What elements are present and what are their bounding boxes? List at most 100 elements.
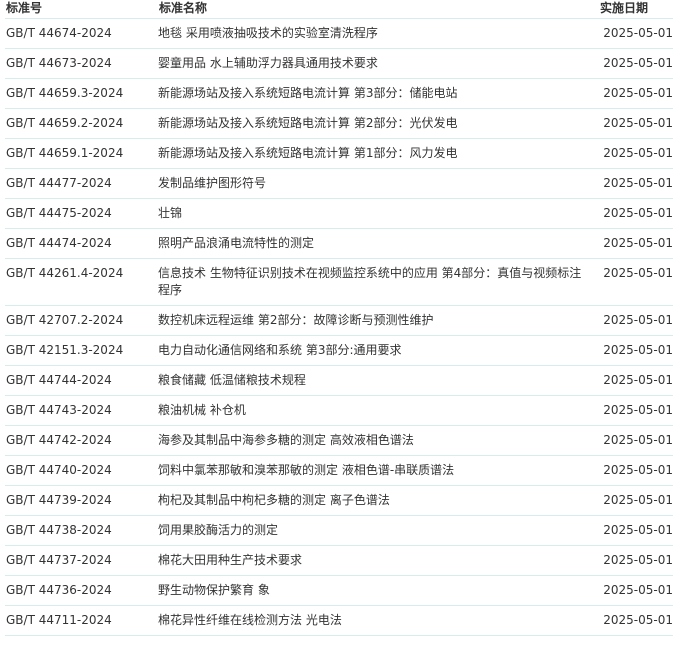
standard-name-link[interactable]: 婴童用品 水上辅助浮力器具通用技术要求 (158, 56, 378, 70)
standard-name-cell: 饲用果胶酶活力的测定 (158, 515, 600, 546)
standard-name-cell: 粮食储藏 低温储粮技术规程 (158, 365, 600, 396)
standard-name-cell: 粮油机械 补仓机 (158, 395, 600, 426)
table-header: 标准号 标准名称 实施日期 (5, 0, 673, 19)
standard-code-link[interactable]: GB/T 42151.3-2024 (6, 343, 123, 357)
standard-code-cell: GB/T 44475-2024 (5, 198, 158, 229)
standard-code-link[interactable]: GB/T 44711-2024 (6, 613, 112, 627)
implementation-date-cell: 2025-05-01 (600, 485, 673, 516)
standard-code-link[interactable]: GB/T 44475-2024 (6, 206, 112, 220)
standard-name-link[interactable]: 数控机床远程运维 第2部分：故障诊断与预测性维护 (158, 313, 433, 327)
standard-name-cell: 新能源场站及接入系统短路电流计算 第3部分：储能电站 (158, 78, 600, 109)
standard-name-link[interactable]: 新能源场站及接入系统短路电流计算 第3部分：储能电站 (158, 86, 457, 100)
standard-code-link[interactable]: GB/T 44739-2024 (6, 493, 112, 507)
standard-name-cell: 电力自动化通信网络和系统 第3部分:通用要求 (158, 335, 600, 366)
standard-name-cell: 野生动物保护繁育 象 (158, 575, 600, 606)
table-row: GB/T 44738-2024 饲用果胶酶活力的测定 2025-05-01 (5, 515, 673, 546)
standard-name-link[interactable]: 粮食储藏 低温储粮技术规程 (158, 373, 306, 387)
column-header-date: 实施日期 (600, 1, 649, 15)
standard-name-link[interactable]: 壮锦 (158, 206, 182, 220)
standard-name-cell: 婴童用品 水上辅助浮力器具通用技术要求 (158, 48, 600, 79)
implementation-date-cell: 2025-05-01 (600, 198, 673, 229)
column-header-code: 标准号 (6, 1, 43, 15)
standard-code-cell: GB/T 44659.2-2024 (5, 108, 158, 139)
standard-code-link[interactable]: GB/T 44474-2024 (6, 236, 112, 250)
table-row: GB/T 44674-2024 地毯 采用喷液抽吸技术的实验室清洗程序 2025-0… (5, 18, 673, 49)
standards-list-page: 标准号 标准名称 实施日期 GB/T 44674-2024 地毯 采用喷液抽吸技术… (0, 0, 694, 647)
standard-name-link[interactable]: 电力自动化通信网络和系统 第3部分:通用要求 (158, 343, 402, 357)
table-row: GB/T 42707.2-2024 数控机床远程运维 第2部分：故障诊断与预测性维… (5, 305, 673, 336)
implementation-date-cell: 2025-05-01 (600, 575, 673, 606)
standard-code-cell: GB/T 44474-2024 (5, 228, 158, 259)
standard-code-link[interactable]: GB/T 44659.1-2024 (6, 146, 123, 160)
standard-code-link[interactable]: GB/T 44740-2024 (6, 463, 112, 477)
standard-code-link[interactable]: GB/T 44743-2024 (6, 403, 112, 417)
standard-code-link[interactable]: GB/T 44477-2024 (6, 176, 112, 190)
standard-name-link[interactable]: 枸杞及其制品中枸杞多糖的测定 离子色谱法 (158, 493, 390, 507)
table-row: GB/T 44673-2024 婴童用品 水上辅助浮力器具通用技术要求 2025-0… (5, 48, 673, 79)
implementation-date-cell: 2025-05-01 (600, 545, 673, 576)
standard-name-link[interactable]: 野生动物保护繁育 象 (158, 583, 270, 597)
implementation-date-cell: 2025-05-01 (600, 78, 673, 109)
standard-code-link[interactable]: GB/T 44659.2-2024 (6, 116, 123, 130)
standard-code-cell: GB/T 44744-2024 (5, 365, 158, 396)
standard-name-cell: 信息技术 生物特征识别技术在视频监控系统中的应用 第4部分：真值与视频标注程序 (158, 258, 600, 306)
table-row: GB/T 44742-2024 海参及其制品中海参多糖的测定 高效液相色谱法 202… (5, 425, 673, 456)
table-body: GB/T 44674-2024 地毯 采用喷液抽吸技术的实验室清洗程序 2025-0… (5, 18, 673, 636)
implementation-date-cell: 2025-05-01 (600, 18, 673, 49)
standard-code-link[interactable]: GB/T 44736-2024 (6, 583, 112, 597)
standard-code-link[interactable]: GB/T 44742-2024 (6, 433, 112, 447)
standard-name-cell: 棉花异性纤维在线检测方法 光电法 (158, 605, 600, 636)
standard-name-cell: 壮锦 (158, 198, 600, 229)
implementation-date-cell: 2025-05-01 (600, 228, 673, 259)
standard-code-link[interactable]: GB/T 44673-2024 (6, 56, 112, 70)
standard-name-link[interactable]: 照明产品浪涌电流特性的测定 (158, 236, 314, 250)
standard-name-link[interactable]: 海参及其制品中海参多糖的测定 高效液相色谱法 (158, 433, 414, 447)
table-row: GB/T 44737-2024 棉花大田用种生产技术要求 2025-05-01 (5, 545, 673, 576)
standard-code-link[interactable]: GB/T 44738-2024 (6, 523, 112, 537)
standard-name-cell: 棉花大田用种生产技术要求 (158, 545, 600, 576)
standards-table: 标准号 标准名称 实施日期 GB/T 44674-2024 地毯 采用喷液抽吸技术… (5, 0, 673, 636)
standard-code-link[interactable]: GB/T 44659.3-2024 (6, 86, 123, 100)
standard-code-link[interactable]: GB/T 44737-2024 (6, 553, 112, 567)
implementation-date-cell: 2025-05-01 (600, 425, 673, 456)
standard-code-cell: GB/T 44659.3-2024 (5, 78, 158, 109)
standard-name-link[interactable]: 新能源场站及接入系统短路电流计算 第1部分：风力发电 (158, 146, 457, 160)
standard-code-link[interactable]: GB/T 44744-2024 (6, 373, 112, 387)
standard-name-link[interactable]: 棉花大田用种生产技术要求 (158, 553, 302, 567)
standard-name-link[interactable]: 新能源场站及接入系统短路电流计算 第2部分：光伏发电 (158, 116, 457, 130)
standard-code-link[interactable]: GB/T 42707.2-2024 (6, 313, 123, 327)
standard-name-link[interactable]: 地毯 采用喷液抽吸技术的实验室清洗程序 (158, 26, 378, 40)
standard-name-link[interactable]: 粮油机械 补仓机 (158, 403, 246, 417)
implementation-date-cell: 2025-05-01 (600, 168, 673, 199)
standard-name-cell: 发制品维护图形符号 (158, 168, 600, 199)
standard-name-link[interactable]: 饲料中氯苯那敏和溴苯那敏的测定 液相色谱-串联质谱法 (158, 463, 454, 477)
standard-name-link[interactable]: 饲用果胶酶活力的测定 (158, 523, 278, 537)
table-row: GB/T 44659.3-2024 新能源场站及接入系统短路电流计算 第3部分：储… (5, 78, 673, 109)
standard-name-cell: 数控机床远程运维 第2部分：故障诊断与预测性维护 (158, 305, 600, 336)
standard-code-link[interactable]: GB/T 44261.4-2024 (6, 266, 123, 280)
standard-code-cell: GB/T 44743-2024 (5, 395, 158, 426)
standard-name-cell: 新能源场站及接入系统短路电流计算 第1部分：风力发电 (158, 138, 600, 169)
implementation-date-cell: 2025-05-01 (600, 108, 673, 139)
standard-code-cell: GB/T 44739-2024 (5, 485, 158, 516)
standard-name-link[interactable]: 信息技术 生物特征识别技术在视频监控系统中的应用 第4部分：真值与视频标注程序 (158, 266, 581, 297)
standard-name-link[interactable]: 发制品维护图形符号 (158, 176, 266, 190)
table-row: GB/T 44736-2024 野生动物保护繁育 象 2025-05-01 (5, 575, 673, 606)
implementation-date-cell: 2025-05-01 (600, 138, 673, 169)
standard-code-cell: GB/T 44659.1-2024 (5, 138, 158, 169)
standard-code-link[interactable]: GB/T 44674-2024 (6, 26, 112, 40)
table-row: GB/T 44474-2024 照明产品浪涌电流特性的测定 2025-05-01 (5, 228, 673, 259)
implementation-date-cell: 2025-05-01 (600, 305, 673, 336)
table-row: GB/T 44743-2024 粮油机械 补仓机 2025-05-01 (5, 395, 673, 426)
table-row: GB/T 44477-2024 发制品维护图形符号 2025-05-01 (5, 168, 673, 199)
standard-code-cell: GB/T 44261.4-2024 (5, 258, 158, 306)
table-row: GB/T 44711-2024 棉花异性纤维在线检测方法 光电法 2025-05-0… (5, 605, 673, 636)
standard-code-cell: GB/T 44673-2024 (5, 48, 158, 79)
standard-code-cell: GB/T 44711-2024 (5, 605, 158, 636)
standard-name-link[interactable]: 棉花异性纤维在线检测方法 光电法 (158, 613, 342, 627)
standard-code-cell: GB/T 44674-2024 (5, 18, 158, 49)
standard-name-cell: 照明产品浪涌电流特性的测定 (158, 228, 600, 259)
table-row: GB/T 44740-2024 饲料中氯苯那敏和溴苯那敏的测定 液相色谱-串联质谱… (5, 455, 673, 486)
implementation-date-cell: 2025-05-01 (600, 605, 673, 636)
implementation-date-cell: 2025-05-01 (600, 48, 673, 79)
